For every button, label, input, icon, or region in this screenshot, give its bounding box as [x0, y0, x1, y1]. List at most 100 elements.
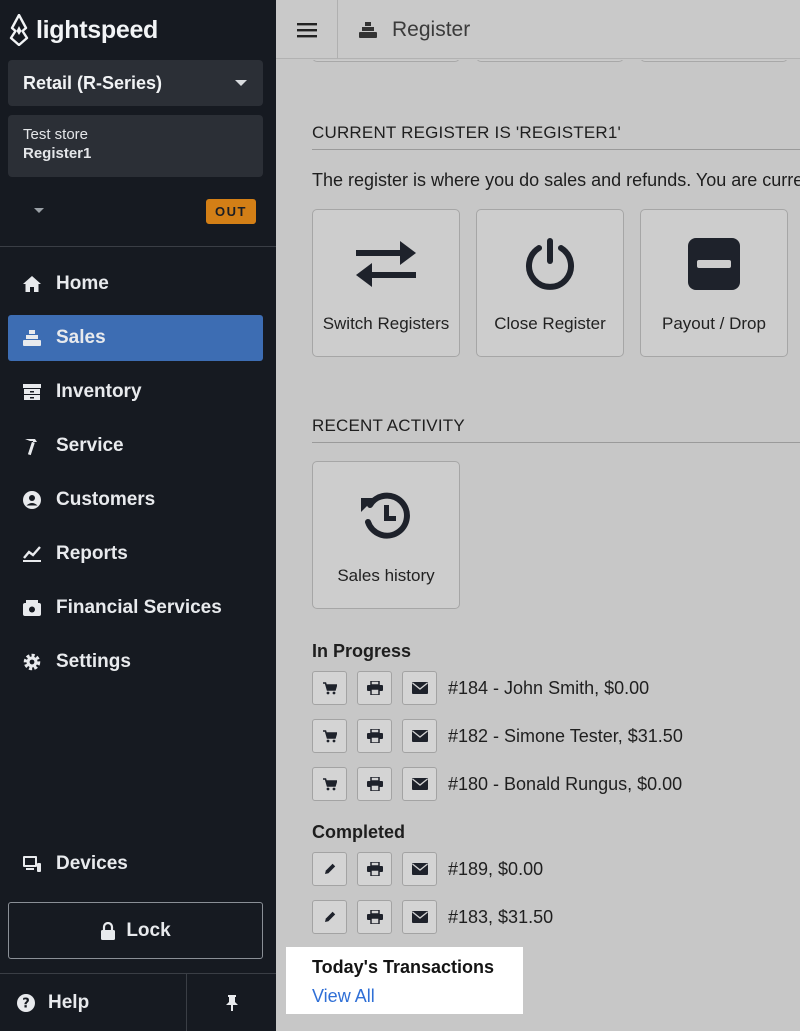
sidebar-item-label: Service: [56, 435, 124, 456]
printer-icon: [366, 729, 383, 743]
page-title-text: Register: [392, 17, 471, 41]
email-button[interactable]: [402, 671, 437, 705]
tile-partial[interactable]: [476, 60, 624, 62]
lock-label: Lock: [126, 919, 171, 941]
tile-label: Payout / Drop: [662, 314, 766, 333]
sidebar-item-inventory[interactable]: Inventory: [8, 369, 263, 415]
print-button[interactable]: [357, 900, 392, 934]
pin-icon: [225, 995, 238, 1011]
resume-sale-button[interactable]: [312, 719, 347, 753]
section-divider: [312, 442, 800, 443]
sidebar-item-service[interactable]: Service: [8, 423, 263, 469]
todays-transactions-heading: Today's Transactions: [312, 957, 495, 977]
list-item: #182 - Simone Tester, $31.50: [312, 719, 683, 753]
clock-status-badge: OUT: [206, 199, 256, 224]
chevron-down-icon: [34, 208, 44, 213]
email-button[interactable]: [402, 719, 437, 753]
recent-activity-heading: RECENT ACTIVITY: [312, 416, 465, 435]
lock-icon: [101, 921, 116, 940]
sidebar-item-reports[interactable]: Reports: [8, 531, 263, 577]
cart-icon: [322, 777, 337, 790]
sidebar-item-label: Inventory: [56, 381, 142, 402]
print-button[interactable]: [357, 671, 392, 705]
store-register-selector[interactable]: Test store Register1: [8, 115, 263, 177]
chevron-down-icon: [235, 80, 247, 86]
sidebar-item-label: Customers: [56, 489, 156, 510]
payout-drop-button[interactable]: Payout / Drop: [640, 209, 788, 357]
product-selector[interactable]: Retail (R-Series): [8, 60, 263, 106]
sidebar-item-label: Settings: [56, 651, 131, 672]
pencil-icon: [324, 863, 335, 874]
sale-link[interactable]: #180 - Bonald Rungus, $0.00: [448, 774, 682, 795]
sidebar-item-devices[interactable]: Devices: [8, 841, 263, 887]
tile-label: Switch Registers: [322, 314, 450, 333]
sidebar-item-sales[interactable]: Sales: [8, 315, 263, 361]
pencil-icon: [324, 911, 335, 922]
printer-icon: [366, 862, 383, 876]
print-button[interactable]: [357, 852, 392, 886]
help-label: Help: [48, 992, 90, 1013]
section-divider: [312, 149, 800, 150]
resume-sale-button[interactable]: [312, 671, 347, 705]
customer-icon: [22, 490, 42, 510]
clock-in-out-row[interactable]: OUT: [0, 196, 276, 228]
home-icon: [22, 274, 42, 294]
completed-heading: Completed: [312, 822, 406, 842]
wallet-icon: [22, 598, 42, 618]
flame-icon: [9, 14, 29, 46]
email-button[interactable]: [402, 900, 437, 934]
todays-transactions-highlight: Today's Transactions View All: [286, 947, 523, 1014]
print-button[interactable]: [357, 719, 392, 753]
brand-name: lightspeed: [36, 15, 159, 44]
edit-sale-button[interactable]: [312, 900, 347, 934]
store-name: Test store: [23, 126, 89, 143]
sales-history-button[interactable]: Sales history: [312, 461, 460, 609]
switch-registers-button[interactable]: Switch Registers: [312, 209, 460, 357]
sale-link[interactable]: #183, $31.50: [448, 907, 553, 928]
printer-icon: [366, 777, 383, 791]
envelope-icon: [411, 730, 428, 742]
sidebar-item-home[interactable]: Home: [8, 261, 263, 307]
register-description: The register is where you do sales and r…: [312, 170, 800, 190]
resume-sale-button[interactable]: [312, 767, 347, 801]
sidebar-item-customers[interactable]: Customers: [8, 477, 263, 523]
chart-icon: [22, 544, 42, 564]
edit-sale-button[interactable]: [312, 852, 347, 886]
help-button[interactable]: ? Help: [0, 974, 186, 1031]
envelope-icon: [411, 682, 428, 694]
devices-icon: [22, 854, 42, 874]
print-button[interactable]: [357, 767, 392, 801]
email-button[interactable]: [402, 852, 437, 886]
list-item: #184 - John Smith, $0.00: [312, 671, 649, 705]
close-register-button[interactable]: Close Register: [476, 209, 624, 357]
list-item: #183, $31.50: [312, 900, 553, 934]
sidebar-footer: ? Help: [0, 973, 276, 1031]
envelope-icon: [411, 863, 428, 875]
sidebar-item-financial-services[interactable]: Financial Services: [8, 585, 263, 631]
cart-icon: [322, 681, 337, 694]
tile-partial[interactable]: [640, 60, 788, 62]
hammer-icon: [22, 436, 42, 456]
register-content: CURRENT REGISTER IS 'REGISTER1' The regi…: [276, 60, 800, 1031]
tile-label: Close Register: [494, 314, 606, 333]
menu-button[interactable]: [276, 0, 338, 59]
email-button[interactable]: [402, 767, 437, 801]
sidebar-item-settings[interactable]: Settings: [8, 639, 263, 685]
cash-register-icon: [359, 21, 377, 38]
pin-sidebar-button[interactable]: [186, 974, 276, 1031]
sidebar-divider: [0, 246, 276, 247]
sidebar-item-label: Reports: [56, 543, 128, 564]
sidebar-item-label: Financial Services: [56, 597, 222, 618]
sidebar-item-label: Devices: [56, 853, 128, 874]
inventory-icon: [22, 382, 42, 402]
lightspeed-logo[interactable]: lightspeed: [8, 12, 158, 48]
view-all-link[interactable]: View All: [312, 986, 375, 1007]
lock-button[interactable]: Lock: [8, 902, 263, 959]
sale-link[interactable]: #182 - Simone Tester, $31.50: [448, 726, 683, 747]
sale-link[interactable]: #184 - John Smith, $0.00: [448, 678, 649, 699]
product-label: Retail (R-Series): [23, 72, 163, 93]
tile-partial[interactable]: [312, 60, 460, 62]
envelope-icon: [411, 911, 428, 923]
sale-link[interactable]: #189, $0.00: [448, 859, 543, 880]
list-item: #189, $0.00: [312, 852, 543, 886]
